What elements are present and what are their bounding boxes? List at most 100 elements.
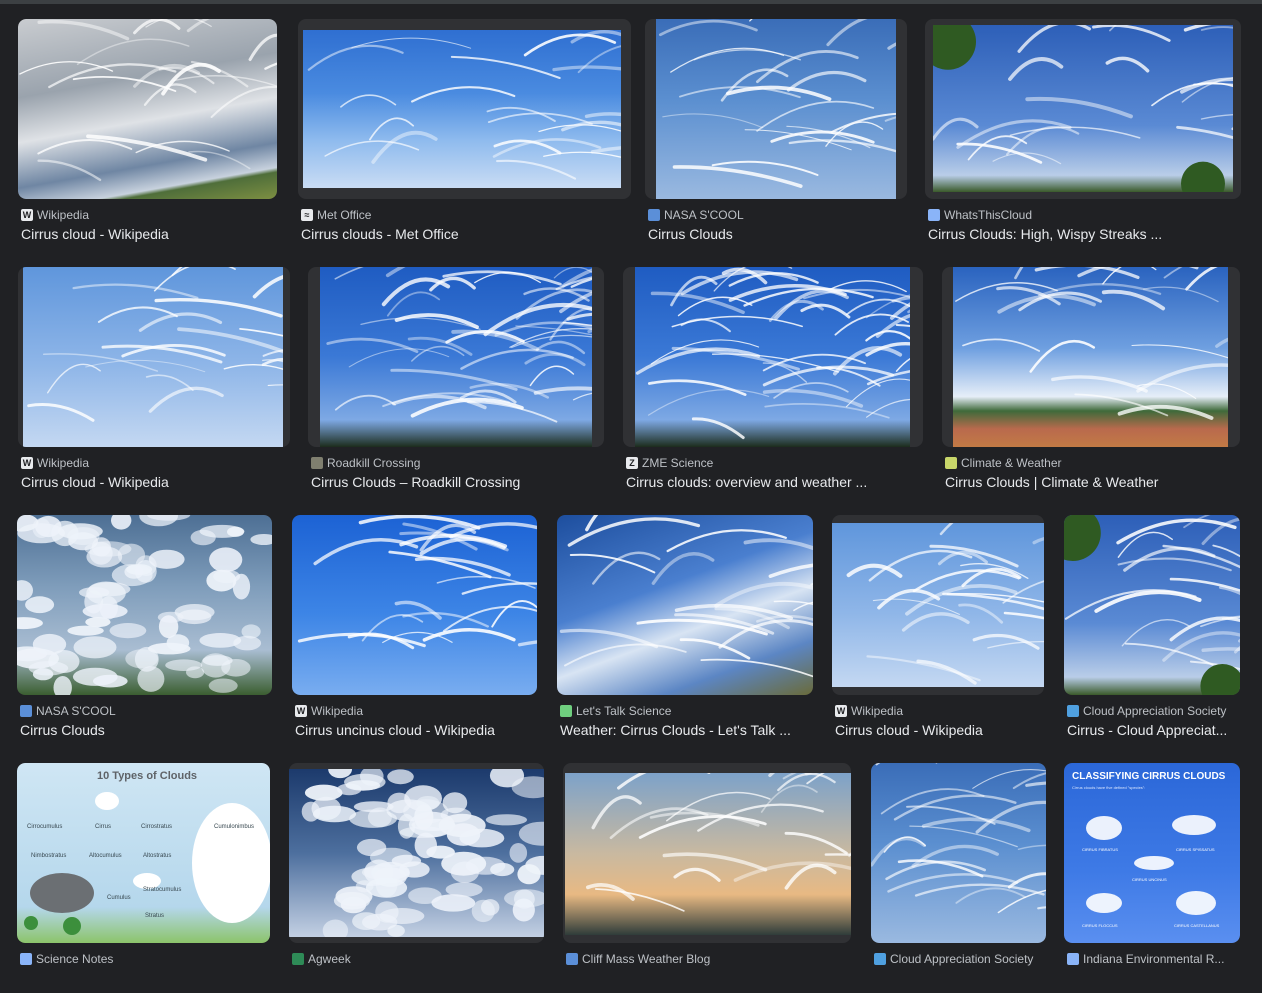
result-source-name: Wikipedia (37, 208, 90, 222)
cloud-photo (953, 267, 1228, 447)
result-source-name: Science Notes (36, 952, 114, 966)
result-source[interactable]: NASA S'COOL (648, 208, 744, 222)
result-thumbnail[interactable] (832, 515, 1044, 695)
result-title[interactable]: Cirrus - Cloud Appreciat... (1067, 722, 1237, 740)
result-thumbnail[interactable] (1064, 515, 1240, 695)
nasa-scool-icon (648, 209, 660, 221)
result-title[interactable]: Cirrus Clouds | Climate & Weather (945, 474, 1237, 492)
image-result-card[interactable]: Climate & Weather Cirrus Clouds | Climate… (942, 267, 1240, 497)
infographic-label: Cirrostratus (141, 824, 173, 830)
result-thumbnail[interactable] (925, 19, 1241, 199)
result-source[interactable]: W Wikipedia (21, 208, 89, 222)
infographic-label: CIRRUS FLOCCUS (1082, 923, 1118, 928)
result-source-name: Agweek (308, 952, 351, 966)
result-thumbnail[interactable] (942, 267, 1240, 447)
result-thumbnail[interactable] (557, 515, 813, 695)
result-title[interactable]: Weather: Cirrus Clouds - Let's Talk ... (560, 722, 810, 740)
zme-science-icon: Z (626, 457, 638, 469)
result-title[interactable] (874, 970, 1043, 988)
infographic-label: Altostratus (143, 853, 172, 859)
image-result-card[interactable]: Let's Talk Science Weather: Cirrus Clouds… (557, 515, 813, 745)
wikipedia-icon: W (21, 457, 33, 469)
result-source[interactable]: Let's Talk Science (560, 704, 671, 718)
result-source[interactable]: Indiana Environmental R... (1067, 952, 1224, 966)
result-title[interactable]: Cirrus cloud - Wikipedia (21, 226, 274, 244)
cloud-photo (832, 523, 1044, 687)
infographic-label: Cumulus (107, 895, 131, 901)
result-title[interactable]: Cirrus Clouds: High, Wispy Streaks ... (928, 226, 1238, 244)
result-thumbnail[interactable] (308, 267, 604, 447)
cloud-photo (18, 19, 277, 199)
infographic-label: Altocumulus (89, 853, 122, 859)
result-title[interactable]: Cirrus clouds - Met Office (301, 226, 628, 244)
result-source[interactable]: Roadkill Crossing (311, 456, 420, 470)
cloud-photo (933, 25, 1233, 192)
result-source[interactable]: W Wikipedia (21, 456, 89, 470)
result-source-name: Cliff Mass Weather Blog (582, 952, 711, 966)
result-title[interactable]: Cirrus cloud - Wikipedia (21, 474, 287, 492)
result-source[interactable]: Science Notes (20, 952, 113, 966)
cloud-appreciation-society-icon (874, 953, 886, 965)
image-result-card[interactable]: WhatsThisCloud Cirrus Clouds: High, Wispy… (925, 19, 1241, 249)
result-source[interactable]: Cloud Appreciation Society (1067, 704, 1226, 718)
result-thumbnail[interactable]: 10 Types of Clouds Cirrocumulus Cirrus C… (17, 763, 270, 943)
result-title[interactable]: Cirrus Clouds (20, 722, 269, 740)
wikipedia-icon: W (835, 705, 847, 717)
result-source[interactable]: Cliff Mass Weather Blog (566, 952, 710, 966)
result-source[interactable]: Cloud Appreciation Society (874, 952, 1033, 966)
image-result-card[interactable]: Cloud Appreciation Society Cirrus - Cloud… (1064, 515, 1240, 745)
result-title[interactable] (566, 970, 848, 988)
result-source[interactable]: Z ZME Science (626, 456, 713, 470)
result-source-name: Indiana Environmental R... (1083, 952, 1225, 966)
result-thumbnail[interactable] (298, 19, 631, 199)
infographic-label: Stratocumulus (143, 887, 182, 893)
wikipedia-icon: W (295, 705, 307, 717)
result-source[interactable]: W Wikipedia (835, 704, 903, 718)
result-title[interactable]: Cirrus Clouds (648, 226, 904, 244)
image-result-card[interactable]: ≈ Met Office Cirrus clouds - Met Office (298, 19, 631, 249)
result-thumbnail[interactable] (871, 763, 1046, 943)
result-title[interactable]: Cirrus clouds: overview and weather ... (626, 474, 920, 492)
result-title[interactable]: Cirrus cloud - Wikipedia (835, 722, 1041, 740)
image-result-card[interactable]: Roadkill Crossing Cirrus Clouds – Roadkil… (308, 267, 604, 497)
image-result-card[interactable]: NASA S'COOL Cirrus Clouds (645, 19, 907, 249)
image-result-card[interactable]: W Wikipedia Cirrus uncinus cloud - Wikiped… (292, 515, 537, 745)
infographic-label: CIRRUS CASTELLANUS (1174, 923, 1220, 928)
result-thumbnail[interactable] (563, 763, 851, 943)
result-thumbnail[interactable] (17, 515, 272, 695)
infographic-title: 10 Types of Clouds (97, 770, 198, 782)
image-result-card[interactable]: W Wikipedia Cirrus cloud - Wikipedia (18, 267, 290, 497)
roadkill-crossing-icon (311, 457, 323, 469)
result-thumbnail[interactable]: CLASSIFYING CIRRUS CLOUDS Cirrus clouds … (1064, 763, 1240, 943)
wikipedia-icon: W (21, 209, 33, 221)
result-source[interactable]: Agweek (292, 952, 351, 966)
result-title[interactable]: Cirrus uncinus cloud - Wikipedia (295, 722, 534, 740)
result-thumbnail[interactable] (18, 19, 277, 199)
image-result-card[interactable]: NASA S'COOL Cirrus Clouds (17, 515, 272, 745)
infographic-label: Cumulonimbus (214, 824, 255, 830)
result-source[interactable]: WhatsThisCloud (928, 208, 1032, 222)
result-title[interactable]: Cirrus Clouds – Roadkill Crossing (311, 474, 601, 492)
result-thumbnail[interactable] (292, 515, 537, 695)
result-source[interactable]: Climate & Weather (945, 456, 1061, 470)
result-source-name: Wikipedia (311, 704, 364, 718)
result-source[interactable]: ≈ Met Office (301, 208, 371, 222)
science-notes-icon (20, 953, 32, 965)
result-title[interactable] (20, 970, 267, 988)
image-result-card[interactable]: W Wikipedia Cirrus cloud - Wikipedia (832, 515, 1044, 745)
cloud-photo (635, 267, 910, 447)
image-result-card[interactable]: Z ZME Science Cirrus clouds: overview and … (623, 267, 923, 497)
result-thumbnail[interactable] (18, 267, 290, 447)
cloud-photo (17, 515, 272, 695)
result-source[interactable]: NASA S'COOL (20, 704, 116, 718)
result-title[interactable] (1067, 970, 1237, 988)
cloud-photo (320, 267, 592, 447)
result-source[interactable]: W Wikipedia (295, 704, 363, 718)
result-thumbnail[interactable] (645, 19, 907, 199)
result-thumbnail[interactable] (289, 763, 544, 943)
cloud-photo (871, 763, 1046, 943)
image-result-card[interactable]: W Wikipedia Cirrus cloud - Wikipedia (18, 19, 277, 249)
result-title[interactable] (292, 970, 541, 988)
result-thumbnail[interactable] (623, 267, 923, 447)
result-source-name: NASA S'COOL (36, 704, 116, 718)
